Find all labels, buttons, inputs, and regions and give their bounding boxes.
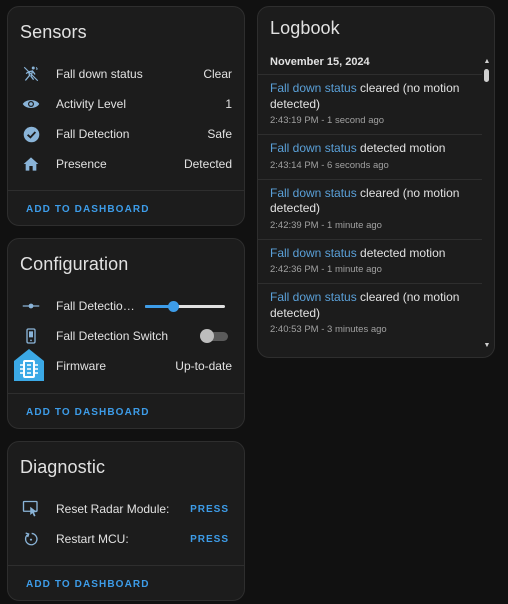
configuration-card: Configuration Fall Detection ... Fall De…	[7, 238, 245, 429]
log-message: detected motion	[356, 141, 446, 155]
phone-icon	[22, 327, 40, 345]
log-message: detected motion	[356, 245, 446, 260]
log-text: Fall down status detected motion	[270, 246, 470, 262]
sensor-label: Fall Detection	[56, 127, 130, 141]
config-row-fall-detection-sensitivity[interactable]: Fall Detection ...	[8, 291, 244, 321]
logbook-scrollbar[interactable]: ▲ ▼	[483, 55, 491, 349]
log-entity-link[interactable]: Fall down status	[270, 141, 357, 155]
configuration-footer: ADD TO DASHBOARD	[8, 393, 244, 428]
log-entry: Fall down status cleared (no motion dete…	[258, 75, 482, 135]
touch-reset-icon	[22, 500, 40, 518]
diag-row-reset-radar: Reset Radar Module: PRESS	[8, 494, 244, 524]
diagnostic-title: Diagnostic	[20, 457, 106, 477]
sensor-row-fall-detection[interactable]: Fall Detection Safe	[8, 119, 244, 149]
log-text: Fall down status cleared (no motion dete…	[270, 186, 470, 217]
log-time: 2:43:19 PM - 1 second ago	[270, 115, 385, 126]
sensor-label: Activity Level	[56, 97, 127, 111]
eye-icon	[22, 95, 40, 113]
configuration-title: Configuration	[20, 254, 129, 274]
scroll-down-icon[interactable]: ▼	[483, 341, 491, 349]
scroll-up-icon[interactable]: ▲	[483, 57, 491, 65]
config-label: Fall Detection ...	[56, 299, 137, 313]
log-entity-link[interactable]: Fall down status	[270, 186, 357, 200]
fall-detection-toggle[interactable]	[200, 329, 228, 343]
diagnostic-card: Diagnostic Reset Radar Module: PRESS Res…	[7, 441, 245, 601]
sensor-label: Fall down status	[56, 67, 143, 81]
config-label: Firmware	[56, 359, 106, 373]
sensors-footer: ADD TO DASHBOARD	[8, 190, 244, 225]
diag-label: Reset Radar Module:	[56, 502, 170, 516]
config-label: Fall Detection Switch	[56, 329, 169, 343]
log-entry: Fall down status cleared (no motion dete…	[258, 180, 482, 240]
diagnostic-footer: ADD TO DASHBOARD	[8, 565, 244, 600]
toggle-knob	[200, 329, 214, 343]
fall-down-icon	[22, 65, 40, 83]
esphome-app-icon	[13, 348, 45, 381]
restart-mcu-press-button[interactable]: PRESS	[190, 534, 232, 545]
log-text: Fall down status detected motion	[270, 141, 470, 157]
restart-icon	[22, 530, 40, 548]
add-to-dashboard-button[interactable]: ADD TO DASHBOARD	[26, 202, 150, 215]
log-text: Fall down status cleared (no motion dete…	[270, 290, 470, 321]
log-time: 2:42:36 PM - 1 minute ago	[270, 264, 382, 275]
firmware-value: Up-to-date	[175, 359, 232, 373]
slider-handle[interactable]	[168, 301, 179, 312]
sensor-row-presence[interactable]: Presence Detected	[8, 149, 244, 179]
add-to-dashboard-button[interactable]: ADD TO DASHBOARD	[26, 577, 150, 590]
logbook-date: November 15, 2024	[258, 49, 482, 75]
sensor-value: Safe	[207, 127, 232, 141]
diag-row-restart-mcu: Restart MCU: PRESS	[8, 524, 244, 554]
sensitivity-slider[interactable]	[145, 299, 225, 313]
log-time: 2:43:14 PM - 6 seconds ago	[270, 159, 389, 171]
sensors-card: Sensors Fall down status Clear Activity …	[7, 6, 245, 226]
check-circle-icon	[22, 125, 40, 143]
logbook-card: Logbook November 15, 2024 Fall down stat…	[257, 6, 495, 358]
log-entity-link[interactable]: Fall down status	[270, 81, 357, 95]
sensor-label: Presence	[56, 157, 107, 171]
sensor-row-activity-level[interactable]: Activity Level 1	[8, 89, 244, 119]
log-entry: Fall down status cleared (no motion dete…	[258, 284, 482, 343]
sensor-value: Clear	[203, 67, 232, 81]
log-entry: Fall down status detected motion 2:43:14…	[258, 135, 482, 180]
log-entity-link[interactable]: Fall down status	[270, 246, 357, 260]
add-to-dashboard-button[interactable]: ADD TO DASHBOARD	[26, 405, 150, 418]
slider-icon	[22, 297, 40, 315]
sensor-value: 1	[225, 97, 232, 111]
sensors-title: Sensors	[20, 22, 87, 42]
sensor-row-fall-down-status[interactable]: Fall down status Clear	[8, 59, 244, 89]
scroll-thumb[interactable]	[484, 69, 489, 82]
diag-label: Restart MCU:	[56, 532, 129, 546]
sensor-value: Detected	[183, 157, 232, 171]
log-time: 2:42:39 PM - 1 minute ago	[270, 219, 382, 231]
log-entity-link[interactable]: Fall down status	[270, 290, 357, 304]
log-entry: Fall down status detected motion 2:42:36…	[258, 240, 482, 284]
log-time: 2:40:53 PM - 3 minutes ago	[270, 324, 387, 335]
home-icon	[22, 155, 40, 173]
logbook-title: Logbook	[270, 18, 340, 38]
reset-radar-press-button[interactable]: PRESS	[190, 504, 232, 515]
log-text: Fall down status cleared (no motion dete…	[270, 81, 470, 112]
config-row-fall-detection-switch[interactable]: Fall Detection Switch	[8, 321, 244, 351]
